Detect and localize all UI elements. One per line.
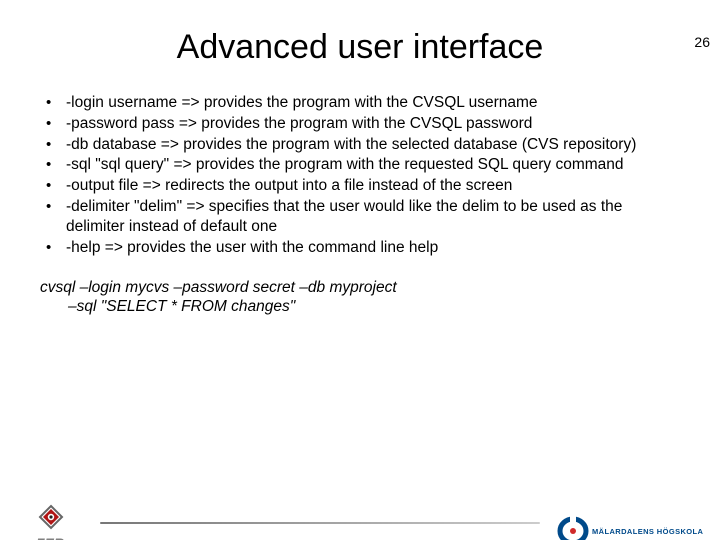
page-number: 26 — [694, 34, 710, 50]
fer-logo-text: FER — [36, 535, 65, 540]
example-line-1: cvsql –login mycvs –password secret –db … — [40, 278, 680, 297]
list-item: -db database => provides the program wit… — [40, 135, 680, 155]
example-line-2: –sql "SELECT * FROM changes" — [40, 297, 680, 316]
list-item: -login username => provides the program … — [40, 93, 680, 113]
divider-line — [100, 522, 540, 524]
malardalens-logo-text: MÄLARDALENS HÖGSKOLA — [592, 527, 704, 536]
malardalens-logo: MÄLARDALENS HÖGSKOLA — [556, 514, 706, 540]
fer-logo: FER — [34, 504, 94, 540]
example-command: cvsql –login mycvs –password secret –db … — [40, 278, 680, 317]
list-item: -password pass => provides the program w… — [40, 114, 680, 134]
list-item: -sql "sql query" => provides the program… — [40, 155, 680, 175]
list-item: -delimiter "delim" => specifies that the… — [40, 197, 680, 237]
list-item: -output file => redirects the output int… — [40, 176, 680, 196]
footer: FER 10/2/2020 MÄLARDALENS HÖGSKOLA — [0, 490, 720, 540]
slide-title: Advanced user interface — [0, 28, 720, 67]
list-item: -help => provides the user with the comm… — [40, 238, 680, 258]
bullet-list: -login username => provides the program … — [40, 93, 680, 258]
